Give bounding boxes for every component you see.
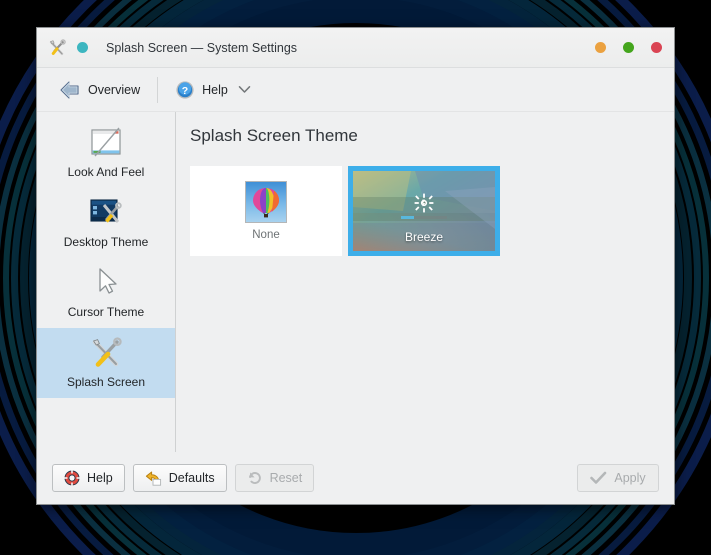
sidebar-item-splash-screen[interactable]: Splash Screen — [37, 328, 175, 398]
sidebar-item-look-and-feel[interactable]: Look And Feel — [37, 118, 175, 188]
hot-air-balloon-image — [245, 181, 287, 223]
splash-progress-bar — [401, 215, 447, 219]
overview-label: Overview — [88, 82, 141, 97]
settings-content-panel: Splash Screen Theme None Breeze — [176, 112, 674, 452]
sidebar-item-label: Cursor Theme — [67, 305, 145, 319]
window-body: Look And Feel Desktop Theme Cursor Theme… — [37, 112, 674, 452]
main-toolbar: Overview ? Help — [37, 68, 674, 112]
reset-button-label: Reset — [269, 471, 303, 485]
apply-button-label: Apply — [614, 471, 646, 485]
checkmark-icon — [590, 471, 607, 484]
window-controls — [595, 28, 662, 67]
sidebar-item-label: Look And Feel — [67, 165, 145, 179]
system-settings-window: Splash Screen — System Settings Overview — [36, 27, 675, 505]
breeze-splash-preview: Breeze — [353, 171, 495, 251]
maximize-button[interactable] — [623, 42, 634, 53]
dialog-footer: Help Defaults Reset Apply — [37, 452, 674, 504]
cursor-theme-icon — [99, 268, 117, 294]
modified-indicator-dot — [77, 42, 88, 53]
window-titlebar[interactable]: Splash Screen — System Settings — [37, 28, 674, 68]
splash-theme-list: None Breeze — [190, 166, 658, 256]
sidebar-item-label: Splash Screen — [66, 375, 146, 389]
apply-button[interactable]: Apply — [577, 464, 659, 492]
minimize-button[interactable] — [595, 42, 606, 53]
help-label: Help — [202, 82, 228, 97]
chevron-down-icon[interactable] — [238, 85, 251, 94]
help-circle-icon: ? — [176, 80, 194, 99]
theme-caption: Breeze — [404, 230, 444, 244]
reset-arrow-icon — [248, 472, 261, 484]
desktop-theme-icon — [90, 199, 122, 223]
theme-caption: None — [252, 229, 280, 241]
page-title: Splash Screen Theme — [190, 126, 358, 145]
splash-screen-icon — [92, 337, 122, 367]
help-menu-button[interactable]: ? Help — [167, 76, 259, 104]
back-arrow-icon — [60, 80, 79, 99]
lifebuoy-icon — [64, 470, 80, 486]
reset-button[interactable]: Reset — [234, 464, 315, 492]
kde-logo-icon — [414, 193, 434, 213]
undo-arrow-icon — [145, 471, 161, 486]
sidebar-item-label: Desktop Theme — [63, 235, 149, 249]
sidebar-item-cursor-theme[interactable]: Cursor Theme — [37, 258, 175, 328]
tools-icon — [49, 38, 66, 55]
defaults-button[interactable]: Defaults — [132, 464, 227, 492]
look-and-feel-icon — [91, 127, 121, 157]
overview-button[interactable]: Overview — [51, 76, 148, 104]
close-button[interactable] — [651, 42, 662, 53]
toolbar-separator — [157, 76, 159, 103]
theme-card-breeze[interactable]: Breeze — [348, 166, 500, 256]
balloon-glyph — [253, 188, 279, 218]
desktop-background: Splash Screen — System Settings Overview — [0, 0, 711, 555]
settings-sidebar: Look And Feel Desktop Theme Cursor Theme… — [37, 112, 176, 452]
help-button-label: Help — [87, 471, 113, 485]
defaults-button-label: Defaults — [168, 471, 215, 485]
help-button[interactable]: Help — [52, 464, 125, 492]
svg-text:?: ? — [182, 85, 188, 97]
sidebar-item-desktop-theme[interactable]: Desktop Theme — [37, 188, 175, 258]
theme-card-none[interactable]: None — [190, 166, 342, 256]
window-title: Splash Screen — System Settings — [106, 40, 298, 55]
